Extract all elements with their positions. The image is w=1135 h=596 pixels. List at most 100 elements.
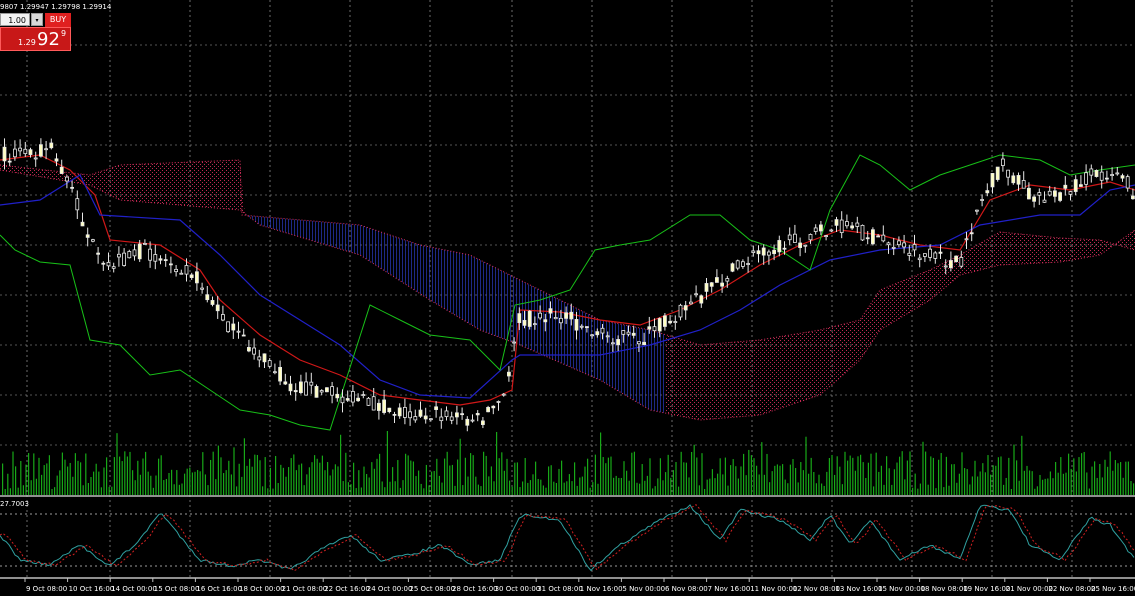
candle-body — [226, 321, 231, 333]
lot-size-input[interactable]: 1.00 — [0, 13, 30, 26]
volume-bar — [194, 471, 196, 495]
volume-bar — [449, 465, 451, 495]
volume-bar — [264, 457, 266, 495]
volume-bar — [324, 470, 326, 495]
volume-bar — [9, 488, 11, 495]
candle-body — [1063, 184, 1068, 189]
candle-body — [1032, 196, 1036, 202]
volume-bar — [152, 487, 154, 495]
volume-bar — [506, 458, 508, 495]
time-label: 21 Nov 00:00 — [1006, 585, 1053, 593]
volume-bar — [594, 454, 596, 495]
candle-body — [990, 173, 995, 188]
volume-bar — [1101, 477, 1103, 495]
buy-button[interactable]: 1.29 92 9 — [0, 27, 71, 51]
volume-bar — [787, 483, 789, 495]
volume-bar — [519, 487, 521, 495]
volume-bar — [171, 469, 173, 495]
volume-bar — [1070, 468, 1072, 495]
candle-body — [444, 410, 449, 418]
candle-body — [205, 294, 210, 301]
volume-bar — [1130, 481, 1132, 495]
candle-body — [564, 312, 568, 319]
candle-body — [486, 407, 491, 413]
volume-bar — [33, 453, 35, 495]
candle-body — [559, 317, 563, 324]
volume-bar — [555, 482, 557, 495]
volume-bar — [701, 453, 703, 495]
volume-bar — [1047, 478, 1049, 495]
volume-bar — [1094, 461, 1096, 495]
oscillator-value-label: 27.7003 — [0, 500, 29, 508]
chevron-down-icon[interactable]: ▾ — [31, 13, 43, 26]
candle-body — [402, 406, 407, 418]
volume-bar — [303, 485, 305, 495]
volume-bar — [51, 488, 53, 495]
candle-body — [33, 157, 38, 160]
candle-body — [75, 198, 80, 211]
candle-body — [101, 262, 106, 265]
volume-bar — [1044, 478, 1046, 495]
volume-bar — [574, 462, 576, 495]
candle-body — [1047, 190, 1052, 196]
time-label: 5 Nov 00:00 — [622, 585, 665, 593]
volume-bar — [290, 458, 292, 495]
volume-bar — [893, 469, 895, 495]
volume-bar — [704, 488, 706, 495]
volume-bar — [28, 453, 30, 495]
volume-bar — [389, 481, 391, 495]
volume-bar — [236, 486, 238, 495]
candle-body — [137, 243, 142, 260]
candle-body — [683, 305, 688, 311]
candle-body — [886, 242, 891, 246]
volume-bar — [659, 458, 661, 495]
volume-bar — [761, 442, 763, 495]
volume-bar — [438, 475, 440, 495]
volume-bar — [657, 478, 659, 495]
volume-bar — [337, 466, 339, 495]
volume-bar — [1005, 477, 1007, 495]
volume-bar — [589, 487, 591, 495]
volume-bar — [587, 458, 589, 495]
volume-bar — [327, 462, 329, 495]
volume-bar — [321, 455, 323, 495]
buy-button-label[interactable]: BUY — [45, 13, 71, 27]
volume-bar — [810, 457, 812, 495]
volume-bar — [95, 463, 97, 495]
candle-body — [480, 420, 485, 425]
volume-bar — [108, 486, 110, 495]
volume-bar — [363, 466, 365, 495]
volume-bar — [2, 463, 4, 495]
candle-body — [49, 142, 54, 149]
candle-body — [897, 240, 901, 246]
volume-bar — [909, 451, 911, 495]
volume-bar — [30, 480, 32, 495]
candle-body — [855, 222, 860, 227]
volume-bar — [397, 460, 399, 495]
volume-bar — [288, 467, 290, 495]
volume-bar — [875, 452, 877, 495]
candle-body — [220, 314, 225, 321]
volume-bar — [948, 485, 950, 495]
chart-canvas[interactable]: 9 Oct 08:00 10 Oct 16:0014 Oct 00:0015 Oc… — [0, 0, 1135, 596]
candle-body — [995, 166, 1000, 180]
volume-bar — [251, 466, 253, 495]
time-label: 11 Nov 00:00 — [750, 585, 797, 593]
time-label: 13 Nov 16:00 — [835, 585, 882, 593]
volume-bar — [1042, 479, 1044, 495]
candle-body — [621, 330, 626, 335]
volume-bar — [100, 487, 102, 495]
candle-body — [1089, 168, 1094, 176]
volume-bar — [59, 470, 61, 495]
candle-body — [949, 260, 953, 269]
candle-body — [319, 390, 324, 393]
volume-bar — [1081, 453, 1083, 495]
volume-bar — [800, 462, 802, 495]
volume-bar — [953, 464, 955, 495]
volume-bar — [740, 466, 742, 495]
candle-body — [533, 323, 537, 326]
volume-bar — [1073, 458, 1075, 495]
candle-body — [272, 371, 277, 374]
volume-bar — [124, 451, 126, 495]
candle-body — [1027, 187, 1031, 200]
